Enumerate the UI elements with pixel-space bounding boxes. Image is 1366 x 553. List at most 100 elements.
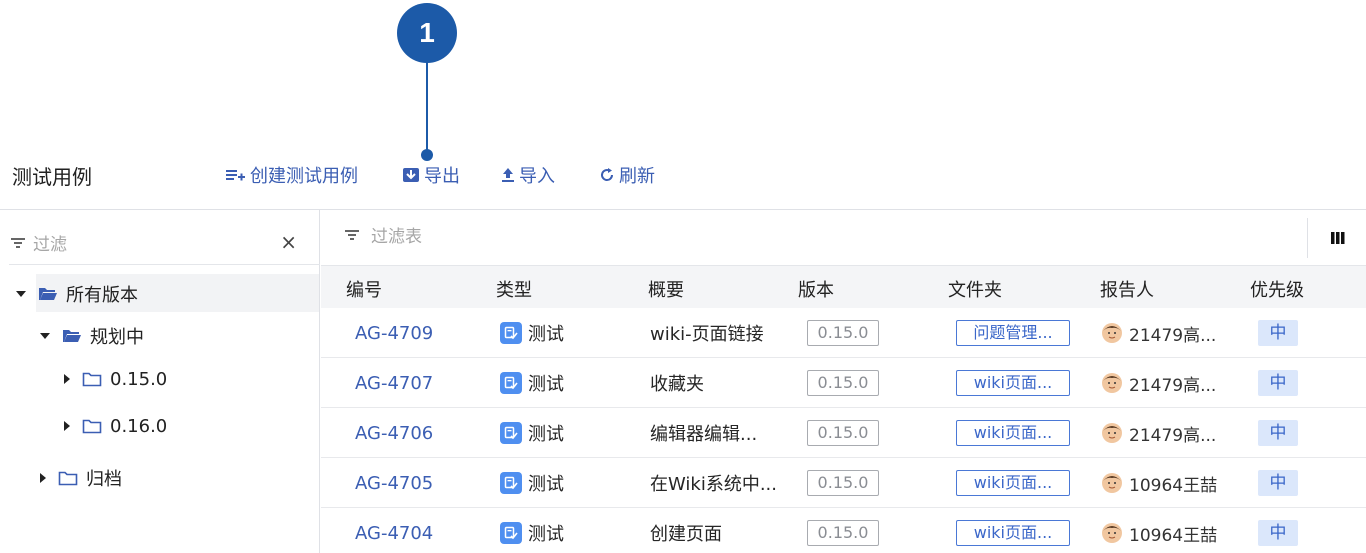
test-case-table-panel: 过滤表 编号 类型 概要 版本 文件夹 报告人 优先级 AG-4709 测试 w… [321, 210, 1366, 553]
folder-cell: wiki页面... [956, 508, 1070, 553]
type-label: 测试 [528, 474, 564, 495]
column-header-type[interactable]: 类型 [496, 276, 532, 302]
test-type-icon [500, 522, 522, 544]
version-tag: 0.15.0 [807, 420, 879, 446]
priority-badge: 中 [1258, 420, 1298, 446]
type-label: 测试 [528, 374, 564, 395]
priority-cell: 中 [1258, 508, 1298, 553]
table-filter-placeholder: 过滤表 [371, 227, 422, 247]
import-button[interactable]: 导入 [501, 160, 555, 190]
version-tag: 0.15.0 [807, 520, 879, 546]
export-label: 导出 [424, 166, 460, 187]
folder-open-icon [63, 330, 81, 342]
type-cell: 测试 [500, 408, 564, 458]
folder-tag[interactable]: wiki页面... [956, 420, 1070, 446]
avatar [1101, 422, 1123, 444]
close-icon[interactable]: × [280, 230, 297, 254]
test-case-key-link[interactable]: AG-4709 [355, 308, 433, 358]
table-row[interactable]: AG-4705 测试 在Wiki系统中... 0.15.0 wiki页面... [321, 458, 1366, 508]
folder-tag[interactable]: wiki页面... [956, 520, 1070, 546]
test-type-icon [500, 422, 522, 444]
folder-cell: 问题管理... [956, 308, 1070, 358]
folder-open-icon [39, 288, 57, 300]
test-case-key-link[interactable]: AG-4707 [355, 358, 433, 408]
test-case-key-link[interactable]: AG-4704 [355, 508, 433, 553]
tree-node-label: 0.15.0 [110, 368, 168, 390]
avatar [1101, 472, 1123, 494]
column-header-folder[interactable]: 文件夹 [948, 276, 1002, 302]
type-label: 测试 [528, 324, 564, 345]
column-header-key[interactable]: 编号 [346, 276, 382, 302]
page-title: 测试用例 [12, 165, 92, 189]
filter-icon [345, 229, 359, 240]
reporter-cell: 21479高... [1101, 408, 1216, 458]
type-label: 测试 [528, 424, 564, 445]
column-header-summary[interactable]: 概要 [648, 276, 684, 302]
tree-filter[interactable]: 过滤 × [9, 220, 311, 264]
reporter-name: 10964王喆 [1129, 475, 1218, 496]
folder-icon [82, 419, 102, 434]
export-button[interactable]: 导出 [402, 160, 460, 190]
refresh-button[interactable]: 刷新 [599, 160, 655, 190]
reporter-cell: 10964王喆 [1101, 458, 1217, 508]
reporter-name: 21479高... [1129, 375, 1217, 396]
test-case-key-link[interactable]: AG-4705 [355, 458, 433, 508]
column-header-priority[interactable]: 优先级 [1250, 276, 1304, 302]
folder-cell: wiki页面... [956, 458, 1070, 508]
version-cell: 0.15.0 [807, 308, 879, 358]
priority-cell: 中 [1258, 458, 1298, 508]
tree-node-version-0160[interactable]: 0.16.0 [64, 408, 167, 444]
reporter-name: 21479高... [1129, 325, 1217, 346]
reporter-cell: 21479高... [1101, 308, 1216, 358]
test-type-icon [500, 472, 522, 494]
column-settings-button[interactable] [1307, 218, 1366, 258]
test-case-key-link[interactable]: AG-4706 [355, 408, 433, 458]
refresh-icon [601, 168, 614, 181]
test-type-icon [500, 372, 522, 394]
folder-cell: wiki页面... [956, 408, 1070, 458]
table-filter[interactable]: 过滤表 [343, 222, 422, 247]
caret-down-icon[interactable] [16, 291, 26, 297]
export-icon [403, 168, 419, 182]
summary-cell: 在Wiki系统中... [650, 474, 777, 495]
filter-icon [11, 238, 25, 248]
tree-node-version-0150[interactable]: 0.15.0 [64, 361, 167, 397]
callout-line [426, 62, 428, 154]
type-cell: 测试 [500, 458, 564, 508]
tree-node-label: 规划中 [90, 327, 144, 348]
table-row[interactable]: AG-4707 测试 收藏夹 0.15.0 wiki页面... 21479高..… [321, 358, 1366, 408]
caret-down-icon[interactable] [40, 333, 50, 339]
priority-badge: 中 [1258, 520, 1298, 546]
table-row[interactable]: AG-4709 测试 wiki-页面链接 0.15.0 问题管理... 2147… [321, 308, 1366, 358]
caret-right-icon[interactable] [64, 374, 70, 384]
reporter-name: 10964王喆 [1129, 525, 1218, 546]
callout-marker-1: 1 [397, 3, 457, 63]
test-type-icon [500, 322, 522, 344]
priority-cell: 中 [1258, 308, 1298, 358]
folder-icon [82, 372, 102, 387]
tree-node-all-versions[interactable]: 所有版本 [16, 276, 138, 312]
version-cell: 0.15.0 [807, 358, 879, 408]
column-header-version[interactable]: 版本 [798, 276, 834, 302]
reporter-cell: 10964王喆 [1101, 508, 1217, 553]
version-tree-panel: 过滤 × 所有版本 规划中 0.15.0 0.16.0 归档 [0, 210, 320, 553]
folder-tag[interactable]: 问题管理... [956, 320, 1070, 346]
table-row[interactable]: AG-4704 测试 创建页面 0.15.0 wiki页面... 10964王喆… [321, 508, 1366, 553]
folder-tag[interactable]: wiki页面... [956, 470, 1070, 496]
create-test-case-label: 创建测试用例 [250, 166, 358, 187]
folder-icon [58, 471, 78, 486]
column-header-reporter[interactable]: 报告人 [1100, 276, 1154, 302]
priority-badge: 中 [1258, 320, 1298, 346]
create-test-case-button[interactable]: 创建测试用例 [226, 160, 358, 190]
table-row[interactable]: AG-4706 测试 编辑器编辑... 0.15.0 wiki页面... 214… [321, 408, 1366, 458]
type-cell: 测试 [500, 508, 564, 553]
tree-node-planning[interactable]: 规划中 [40, 318, 144, 354]
reporter-name: 21479高... [1129, 425, 1217, 446]
version-tag: 0.15.0 [807, 470, 879, 496]
avatar [1101, 322, 1123, 344]
tree-node-label: 归档 [86, 469, 122, 490]
folder-tag[interactable]: wiki页面... [956, 370, 1070, 396]
tree-node-archive[interactable]: 归档 [40, 460, 122, 496]
caret-right-icon[interactable] [64, 421, 70, 431]
caret-right-icon[interactable] [40, 473, 46, 483]
